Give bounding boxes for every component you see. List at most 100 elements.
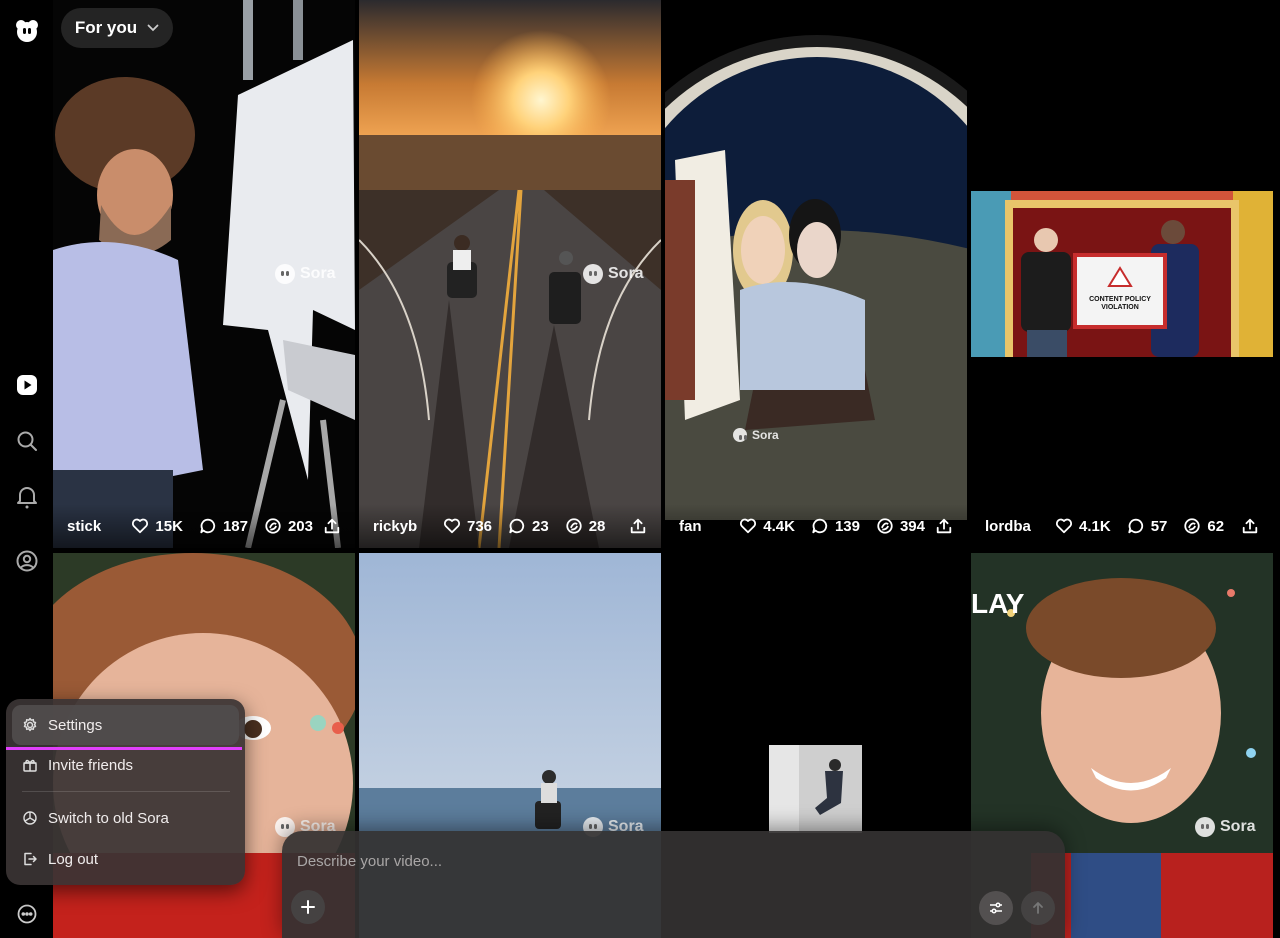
feed-selector-button[interactable]: For you <box>61 8 173 48</box>
sora-watermark: Sora <box>733 428 779 442</box>
heart-icon <box>740 518 757 534</box>
remix-icon <box>265 518 281 534</box>
comment-button[interactable]: 23 <box>508 517 549 535</box>
prompt-composer <box>282 831 1065 938</box>
sora-watermark: Sora <box>275 264 336 284</box>
comment-icon <box>812 518 828 534</box>
chevron-down-icon <box>147 24 159 32</box>
video-thumbnail: CONTENT POLICY VIOLATION <box>971 0 1273 548</box>
remix-button[interactable]: 203 <box>264 517 313 535</box>
sign-line-1: CONTENT POLICY <box>1089 296 1151 303</box>
prompt-input[interactable] <box>297 849 1037 873</box>
remix-button[interactable]: 28 <box>565 517 606 535</box>
remix-icon <box>566 518 582 534</box>
comment-button[interactable]: 57 <box>1127 517 1168 535</box>
post-stats-bar: rickyb 736 23 28 <box>359 504 661 548</box>
bell-icon[interactable] <box>12 482 41 511</box>
remix-count: 28 <box>588 517 606 535</box>
like-count: 4.4K <box>763 517 795 535</box>
logout-menu-item[interactable]: Log out <box>12 839 239 879</box>
settings-menu-item[interactable]: Settings <box>12 705 239 745</box>
post-username[interactable]: lordba <box>985 518 1039 535</box>
post-stats-bar: stick 15K 187 203 <box>53 504 355 548</box>
feed-selector-label: For you <box>74 18 138 37</box>
video-tile[interactable]: Sora fan 4.4K 139 394 <box>665 0 967 548</box>
share-button[interactable] <box>323 517 341 535</box>
watermark-label: Sora <box>300 265 336 282</box>
remix-icon <box>877 518 893 534</box>
like-button[interactable]: 4.4K <box>739 517 795 535</box>
share-icon <box>630 518 646 534</box>
video-thumbnail <box>665 0 967 548</box>
remix-button[interactable]: 394 <box>876 517 925 535</box>
comment-button[interactable]: 187 <box>199 517 248 535</box>
sora-watermark: Sora <box>1195 817 1256 837</box>
post-stats-bar: fan 4.4K 139 394 <box>665 504 967 548</box>
like-count: 4.1K <box>1079 517 1111 535</box>
comment-count: 139 <box>834 517 860 535</box>
submit-button[interactable] <box>1021 891 1055 925</box>
like-count: 736 <box>467 517 493 535</box>
menu-label: Settings <box>48 716 103 734</box>
post-username[interactable]: fan <box>679 518 723 535</box>
post-username[interactable]: rickyb <box>373 518 427 535</box>
comment-icon <box>509 518 525 534</box>
like-count: 15K <box>155 517 183 535</box>
video-tile[interactable]: CONTENT POLICY VIOLATION lordba 4.1K 57 … <box>971 0 1273 548</box>
plus-icon <box>301 900 315 914</box>
share-icon <box>1242 518 1258 534</box>
gift-icon <box>23 759 37 772</box>
add-media-button[interactable] <box>291 890 325 924</box>
like-button[interactable]: 736 <box>443 517 492 535</box>
comment-button[interactable]: 139 <box>811 517 860 535</box>
sora-watermark: Sora <box>583 264 644 284</box>
sora-logo-icon[interactable] <box>11 14 42 45</box>
menu-label: Invite friends <box>48 756 134 774</box>
video-tile[interactable]: Sora stick 15K 187 203 <box>53 0 355 548</box>
settings-sliders-button[interactable] <box>979 891 1013 925</box>
like-button[interactable]: 4.1K <box>1055 517 1111 535</box>
remix-count: 62 <box>1207 517 1225 535</box>
menu-label: Log out <box>48 850 99 868</box>
openai-icon <box>23 811 37 825</box>
sora-logo-icon <box>733 428 747 442</box>
search-icon[interactable] <box>12 426 41 455</box>
heart-icon <box>443 518 461 534</box>
comment-icon <box>1128 518 1143 534</box>
post-username[interactable]: stick <box>67 518 115 535</box>
share-icon <box>324 518 340 534</box>
sliders-icon <box>990 902 1002 914</box>
heart-icon <box>132 518 149 534</box>
like-button[interactable]: 15K <box>131 517 183 535</box>
sign-line-2: VIOLATION <box>1101 304 1139 311</box>
play-icon[interactable] <box>12 370 41 399</box>
gear-icon <box>23 717 37 732</box>
sora-logo-icon <box>1195 817 1215 837</box>
video-tile[interactable]: Sora rickyb 736 23 28 <box>359 0 661 548</box>
comment-count: 187 <box>222 517 248 535</box>
arrow-up-icon <box>1033 902 1043 914</box>
sora-logo-icon <box>583 264 603 284</box>
more-icon[interactable] <box>12 899 41 928</box>
invite-friends-menu-item[interactable]: Invite friends <box>12 745 239 785</box>
heart-icon <box>1055 518 1073 534</box>
switch-old-sora-menu-item[interactable]: Switch to old Sora <box>12 798 239 838</box>
tile-overlay-text: LAY <box>971 588 1025 619</box>
remix-count: 394 <box>899 517 925 535</box>
remix-count: 203 <box>287 517 313 535</box>
menu-divider <box>22 791 230 792</box>
comment-count: 57 <box>1150 517 1168 535</box>
comment-count: 23 <box>532 517 549 535</box>
remix-button[interactable]: 62 <box>1183 517 1224 535</box>
comment-icon <box>200 518 216 534</box>
post-stats-bar: lordba 4.1K 57 62 <box>971 504 1273 548</box>
watermark-label: Sora <box>608 265 644 282</box>
logout-icon <box>24 852 37 866</box>
menu-label: Switch to old Sora <box>48 809 169 827</box>
share-button[interactable] <box>935 517 953 535</box>
sora-logo-icon <box>275 264 295 284</box>
watermark-label: Sora <box>752 428 779 442</box>
share-button[interactable] <box>1241 517 1259 535</box>
profile-icon[interactable] <box>12 546 41 575</box>
share-button[interactable] <box>629 517 647 535</box>
